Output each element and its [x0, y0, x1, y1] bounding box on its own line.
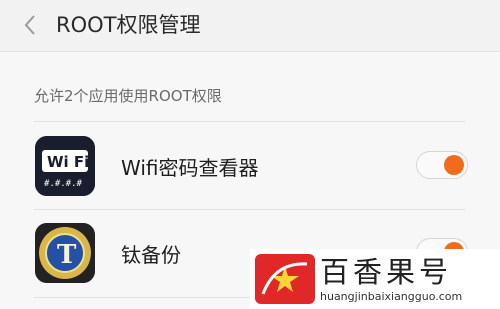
- back-button[interactable]: [16, 10, 44, 40]
- titanium-icon-letter: T: [57, 240, 77, 270]
- toggle-wifi-root[interactable]: [416, 151, 468, 179]
- wifi-icon-sublabel: #.#.#.#: [44, 179, 83, 189]
- app-row-wifi[interactable]: Wi Fi #.#.#.# Wifi密码查看器: [0, 122, 500, 210]
- titanium-backup-icon: T: [35, 223, 95, 283]
- app-label-wifi: Wifi密码查看器: [121, 156, 259, 180]
- chevron-left-icon: [24, 15, 35, 35]
- section-header: 允许2个应用使用ROOT权限: [34, 87, 222, 105]
- watermark-text: 百香果号: [320, 255, 453, 289]
- toggle-knob: [444, 155, 464, 175]
- app-label-titanium: 钛备份: [121, 243, 181, 267]
- site-watermark: 百香果号 huangjinbaixiangguo.com: [250, 249, 500, 309]
- watermark-url: huangjinbaixiangguo.com: [320, 290, 463, 303]
- wifi-app-icon: Wi Fi #.#.#.#: [35, 136, 95, 196]
- wifi-icon-label: Wi Fi: [47, 153, 89, 171]
- root-permission-screen: ROOT权限管理 允许2个应用使用ROOT权限 Wi Fi #.#.#.# Wi…: [0, 0, 500, 309]
- page-title: ROOT权限管理: [56, 13, 201, 37]
- watermark-logo: [255, 254, 315, 304]
- title-bar: ROOT权限管理: [0, 0, 500, 52]
